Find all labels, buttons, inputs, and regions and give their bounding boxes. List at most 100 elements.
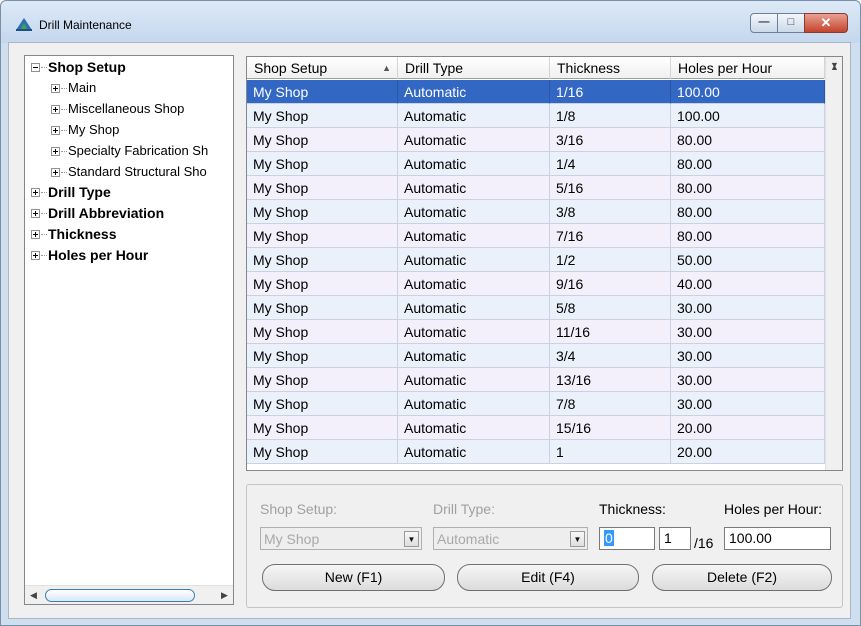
maximize-button[interactable]: □ — [777, 13, 805, 33]
scroll-down-icon[interactable]: ▼ — [826, 57, 842, 74]
tree-horizontal-scrollbar[interactable]: ◀ ▶ — [25, 585, 233, 604]
table-cell: My Shop — [247, 416, 398, 440]
table-cell: My Shop — [247, 152, 398, 176]
tree-node[interactable]: Holes per Hour — [31, 246, 148, 264]
table-row[interactable]: My Shop Automatic 3/8 80.00 — [247, 200, 825, 224]
chevron-down-icon[interactable]: ▼ — [570, 531, 585, 547]
tree-node[interactable]: Drill Type — [31, 183, 111, 201]
tree-node[interactable]: Standard Structural Sho — [51, 163, 207, 181]
holes-per-hour-input[interactable]: 100.00 — [724, 527, 831, 550]
title-bar[interactable]: Drill Maintenance — □ ✕ — [1, 1, 860, 43]
table-cell: 80.00 — [671, 200, 825, 224]
expand-icon[interactable] — [31, 230, 40, 239]
table-cell: Automatic — [398, 344, 550, 368]
close-button[interactable]: ✕ — [804, 13, 848, 33]
grid-vertical-scrollbar[interactable]: ▲ ▼ — [825, 57, 842, 470]
column-header[interactable]: Drill Type — [398, 57, 550, 79]
delete-button[interactable]: Delete (F2) — [652, 564, 832, 591]
table-cell: Automatic — [398, 296, 550, 320]
table-row[interactable]: My Shop Automatic 5/16 80.00 — [247, 176, 825, 200]
shop-setup-select[interactable]: My Shop ▼ — [260, 527, 422, 550]
table-cell: 7/16 — [550, 224, 671, 248]
new-button[interactable]: New (F1) — [262, 564, 445, 591]
table-cell: Automatic — [398, 272, 550, 296]
table-row[interactable]: My Shop Automatic 3/4 30.00 — [247, 344, 825, 368]
scroll-right-icon[interactable]: ▶ — [216, 586, 233, 604]
column-header[interactable]: Thickness — [550, 57, 671, 79]
expand-icon[interactable] — [31, 209, 40, 218]
table-cell: My Shop — [247, 296, 398, 320]
tree-content: Shop Setup Main Miscellaneous Shop My Shop S… — [25, 56, 233, 584]
column-header[interactable]: Shop Setup ▲ — [247, 57, 398, 79]
grid-header: Shop Setup ▲ Drill Type Thickness Holes per … — [247, 57, 825, 79]
table-cell: 13/16 — [550, 368, 671, 392]
table-cell: 30.00 — [671, 392, 825, 416]
chevron-down-icon[interactable]: ▼ — [404, 531, 419, 547]
table-cell: My Shop — [247, 128, 398, 152]
expand-icon[interactable] — [31, 188, 40, 197]
tree-node[interactable]: Drill Abbreviation — [31, 204, 164, 222]
holes-per-hour-label: Holes per Hour: — [724, 501, 823, 517]
table-cell: 1/4 — [550, 152, 671, 176]
table-cell: 30.00 — [671, 368, 825, 392]
minimize-button[interactable]: — — [750, 13, 778, 33]
table-row[interactable]: My Shop Automatic 1/16 100.00 — [247, 80, 825, 104]
collapse-icon[interactable] — [31, 63, 40, 72]
thickness-numerator-input[interactable]: 1 — [659, 527, 691, 550]
table-cell: 30.00 — [671, 296, 825, 320]
expand-icon[interactable] — [51, 105, 60, 114]
table-row[interactable]: My Shop Automatic 11/16 30.00 — [247, 320, 825, 344]
column-header-label: Shop Setup — [254, 60, 328, 76]
table-cell: My Shop — [247, 200, 398, 224]
tree-node[interactable]: Miscellaneous Shop — [51, 100, 184, 118]
expand-icon[interactable] — [51, 147, 60, 156]
table-row[interactable]: My Shop Automatic 15/16 20.00 — [247, 416, 825, 440]
tree-node-label: My Shop — [68, 122, 120, 137]
expand-icon[interactable] — [51, 168, 60, 177]
table-row[interactable]: My Shop Automatic 7/8 30.00 — [247, 392, 825, 416]
table-row[interactable]: My Shop Automatic 1/4 80.00 — [247, 152, 825, 176]
table-row[interactable]: My Shop Automatic 3/16 80.00 — [247, 128, 825, 152]
shop-setup-select-value: My Shop — [264, 531, 320, 547]
tree-node[interactable]: Specialty Fabrication Sh — [51, 142, 208, 160]
column-header[interactable]: Holes per Hour — [671, 57, 825, 79]
table-row[interactable]: My Shop Automatic 7/16 80.00 — [247, 224, 825, 248]
table-row[interactable]: My Shop Automatic 1/8 100.00 — [247, 104, 825, 128]
expand-icon[interactable] — [51, 84, 60, 93]
table-cell: Automatic — [398, 320, 550, 344]
expand-icon[interactable] — [51, 126, 60, 135]
table-cell: My Shop — [247, 320, 398, 344]
table-cell: 1/16 — [550, 80, 671, 104]
table-cell: 1/2 — [550, 248, 671, 272]
tree-node[interactable]: Thickness — [31, 225, 116, 243]
table-row[interactable]: My Shop Automatic 13/16 30.00 — [247, 368, 825, 392]
expand-icon[interactable] — [31, 251, 40, 260]
table-cell: 15/16 — [550, 416, 671, 440]
scroll-left-icon[interactable]: ◀ — [25, 586, 42, 604]
tree-node[interactable]: Main — [51, 79, 96, 97]
tree-node-label: Thickness — [48, 226, 117, 242]
category-tree[interactable]: Shop Setup Main Miscellaneous Shop My Shop S… — [24, 55, 234, 605]
table-cell: Automatic — [398, 80, 550, 104]
close-icon: ✕ — [820, 15, 832, 30]
edit-button[interactable]: Edit (F4) — [457, 564, 639, 591]
table-row[interactable]: My Shop Automatic 5/8 30.00 — [247, 296, 825, 320]
tree-node[interactable]: Shop Setup — [31, 58, 126, 76]
drill-grid[interactable]: Shop Setup ▲ Drill Type Thickness Holes per … — [246, 56, 843, 471]
table-cell: 3/16 — [550, 128, 671, 152]
table-row[interactable]: My Shop Automatic 9/16 40.00 — [247, 272, 825, 296]
scroll-thumb[interactable] — [45, 589, 195, 602]
table-cell: My Shop — [247, 104, 398, 128]
drill-type-select[interactable]: Automatic ▼ — [433, 527, 588, 550]
thickness-whole-value: 0 — [604, 530, 614, 546]
tree-node-label: Drill Type — [48, 184, 111, 200]
table-cell: My Shop — [247, 248, 398, 272]
table-cell: Automatic — [398, 368, 550, 392]
tree-node-label: Shop Setup — [48, 59, 126, 75]
table-cell: My Shop — [247, 80, 398, 104]
table-row[interactable]: My Shop Automatic 1/2 50.00 — [247, 248, 825, 272]
tree-node[interactable]: My Shop — [51, 121, 119, 139]
thickness-whole-input[interactable]: 0 — [599, 527, 655, 550]
table-cell: 11/16 — [550, 320, 671, 344]
table-row[interactable]: My Shop Automatic 1 20.00 — [247, 440, 825, 464]
